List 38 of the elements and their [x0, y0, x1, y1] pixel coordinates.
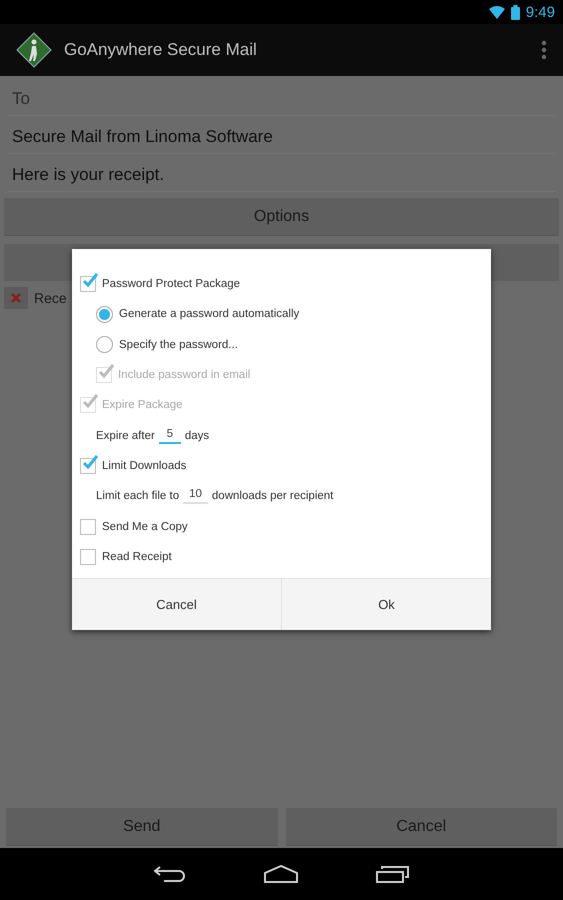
wifi-icon: [488, 6, 505, 18]
field-label: Expire after: [96, 430, 155, 442]
back-icon[interactable]: [154, 865, 186, 883]
app-logo-icon: [16, 32, 52, 68]
checkbox[interactable]: [80, 548, 96, 565]
checkbox[interactable]: [80, 458, 96, 474]
checkbox-label: Send Me a Copy: [102, 520, 188, 533]
options-button[interactable]: Options: [4, 198, 559, 235]
attachment-name: Rece: [34, 290, 67, 306]
radio-label: Generate a password automatically: [119, 308, 300, 320]
checkbox[interactable]: [80, 518, 96, 535]
checkbox-label: Password Protect Package: [102, 278, 240, 290]
cancel-button[interactable]: Cancel: [72, 578, 281, 630]
radio-button[interactable]: [96, 336, 113, 354]
remove-icon[interactable]: [4, 287, 28, 309]
message-field[interactable]: Here is your receipt.: [8, 156, 555, 192]
clock-time: 9:49: [526, 4, 555, 20]
checkbox-label: Include password in email: [118, 369, 250, 382]
ok-button[interactable]: Ok: [281, 578, 491, 630]
radio-label: Specify the password...: [119, 338, 238, 351]
to-field[interactable]: To: [8, 80, 555, 116]
overflow-menu-icon[interactable]: [541, 40, 547, 60]
unit-label: days: [184, 430, 210, 442]
recent-apps-icon[interactable]: [376, 865, 410, 883]
app-title: GoAnywhere Secure Mail: [64, 40, 258, 60]
cancel-button[interactable]: Cancel: [286, 808, 557, 845]
home-icon[interactable]: [264, 865, 298, 883]
field-label: Limit each file to: [96, 490, 180, 502]
number-field[interactable]: 10: [183, 488, 208, 504]
battery-icon: [510, 4, 520, 20]
radio-button[interactable]: [96, 306, 113, 323]
unit-label: downloads per recipient: [212, 490, 334, 502]
checkbox[interactable]: [80, 276, 96, 292]
checkbox-label: Limit Downloads: [102, 460, 186, 472]
checkbox-label: Expire Package: [102, 399, 183, 412]
subject-field[interactable]: Secure Mail from Linoma Software: [8, 118, 555, 154]
send-button[interactable]: Send: [6, 808, 278, 845]
checkbox-label: Read Receipt: [102, 550, 172, 563]
